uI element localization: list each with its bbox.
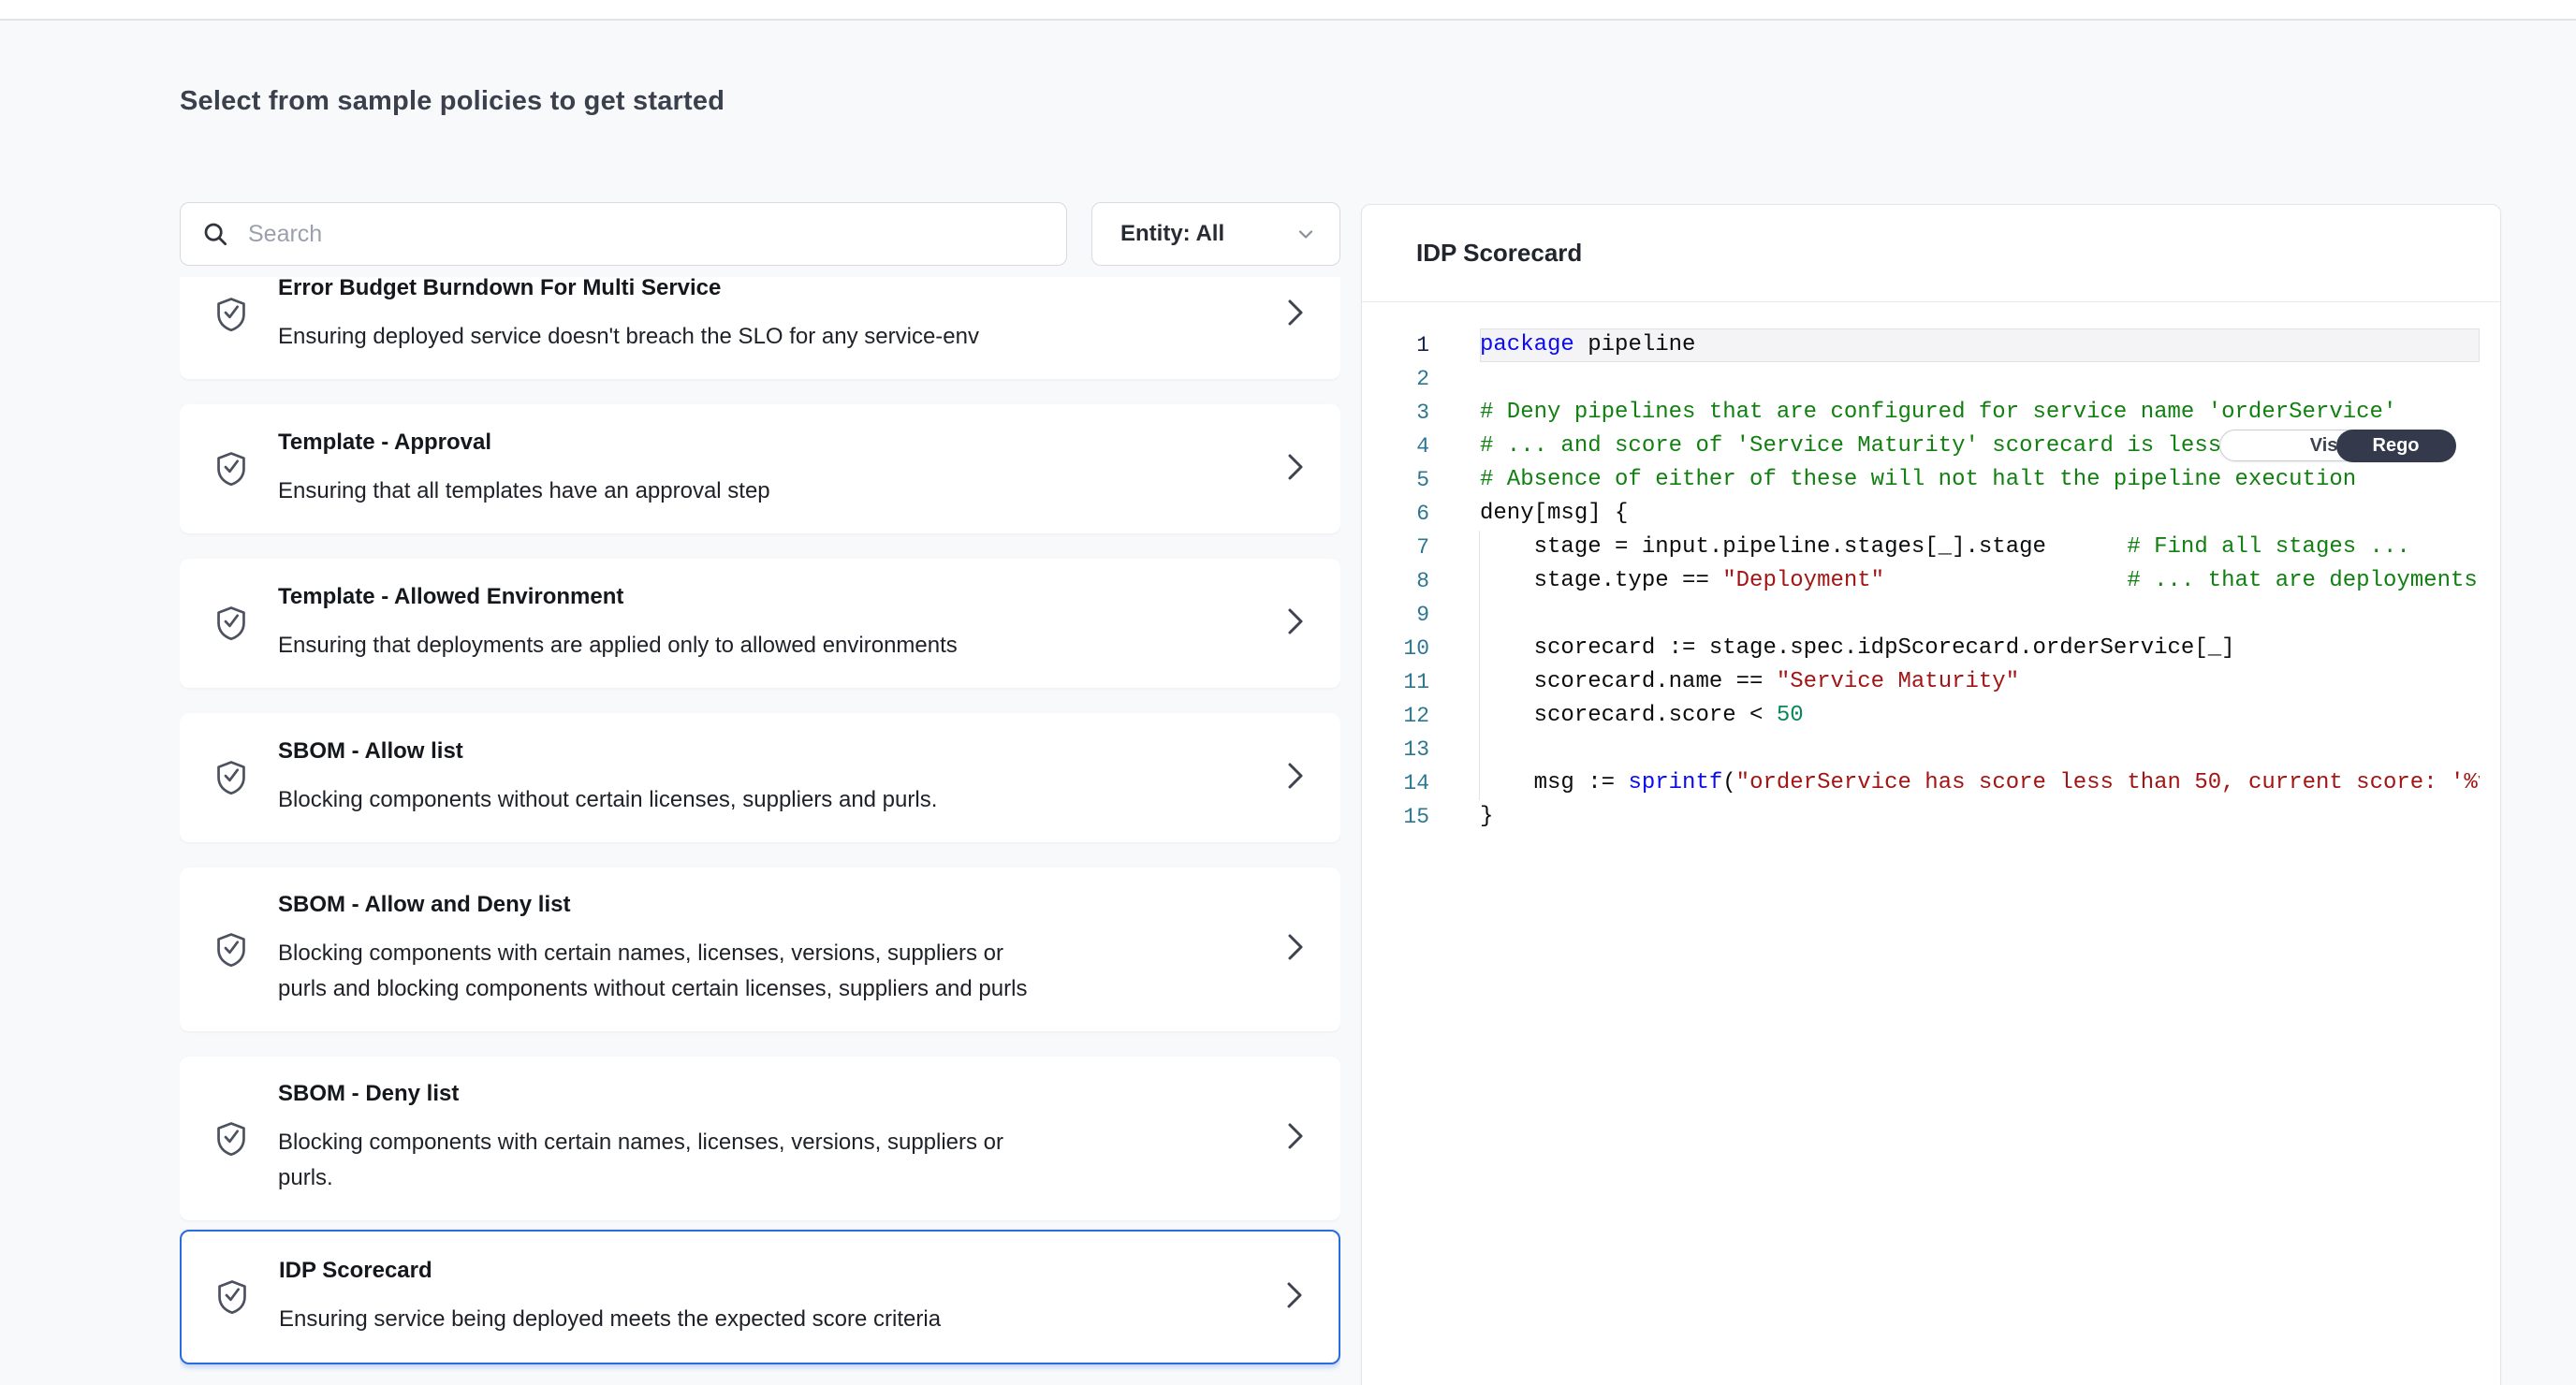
policy-description: Ensuring deployed service doesn't breach…: [278, 319, 1214, 355]
shield-check-icon: [213, 295, 249, 334]
shield-check-icon: [213, 1119, 249, 1159]
chevron-right-icon[interactable]: [1282, 1278, 1307, 1312]
policy-card-error-budget-burndown[interactable]: Error Budget Burndown For Multi Service …: [180, 277, 1340, 379]
policy-title: Error Budget Burndown For Multi Service: [278, 277, 1265, 301]
policy-card-template-approval[interactable]: Template - Approval Ensuring that all te…: [180, 404, 1340, 533]
line-number: 8: [1362, 564, 1429, 598]
shield-check-icon: [213, 449, 249, 488]
code-line-text: [1480, 598, 2480, 632]
line-number: 2: [1362, 362, 1429, 396]
code-line-text: stage.type == "Deployment" # ... that ar…: [1480, 564, 2480, 598]
policy-samples-page: Select from sample policies to get start…: [0, 0, 2576, 1385]
shield-check-icon: [213, 604, 249, 643]
code-line: 5 # Absence of either of these will not h…: [1362, 463, 2480, 497]
code-line-text: deny[msg] {: [1480, 497, 2480, 531]
policy-card-sbom-allow-list[interactable]: SBOM - Allow list Blocking components wi…: [180, 713, 1340, 842]
code-line: 13: [1362, 733, 2480, 766]
line-number: 13: [1362, 733, 1429, 766]
code-line: 14 msg := sprintf("orderService has scor…: [1362, 766, 2480, 800]
chevron-right-icon[interactable]: [1283, 930, 1308, 964]
policy-description: Ensuring service being deployed meets th…: [279, 1302, 1215, 1337]
chevron-right-icon[interactable]: [1283, 1119, 1308, 1153]
policy-description: Blocking components with certain names, …: [278, 1125, 1214, 1196]
code-line-text: # Absence of either of these will not ha…: [1480, 463, 2480, 497]
preview-header: IDP Scorecard: [1362, 205, 2500, 302]
code-line-text: msg := sprintf("orderService has score l…: [1480, 766, 2480, 800]
chevron-right-icon[interactable]: [1283, 759, 1308, 793]
code-line: 2: [1362, 362, 2480, 396]
chevron-down-icon: [1295, 223, 1317, 245]
code-lines: 1 package pipeline 23 # Deny pipelines that…: [1362, 328, 2480, 834]
policy-title: SBOM - Deny list: [278, 1081, 1265, 1107]
code-line: 3 # Deny pipelines that are configured fo…: [1362, 396, 2480, 430]
policy-card-template-allowed-environment[interactable]: Template - Allowed Environment Ensuring …: [180, 559, 1340, 688]
policy-description: Ensuring that deployments are applied on…: [278, 628, 1214, 663]
code-line: 15}: [1362, 800, 2480, 834]
chevron-right-icon[interactable]: [1283, 296, 1308, 329]
code-line-text: scorecard.score < 50: [1480, 699, 2480, 733]
policy-card-sbom-deny-list[interactable]: SBOM - Deny list Blocking components wit…: [180, 1057, 1340, 1220]
shield-check-icon: [214, 1277, 250, 1317]
editor-mode-toggle[interactable]: Visual Rego: [2219, 430, 2455, 461]
line-number: 1: [1362, 328, 1429, 362]
policy-description: Ensuring that all templates have an appr…: [278, 474, 1214, 509]
code-line: 12 scorecard.score < 50: [1362, 699, 2480, 733]
code-line-text: stage = input.pipeline.stages[_].stage #…: [1480, 531, 2480, 564]
line-number: 5: [1362, 463, 1429, 497]
code-editor: Visual Rego 1 package pipeline 23 # Deny pi…: [1362, 302, 2500, 834]
top-bar: [0, 0, 2576, 21]
entity-filter-dropdown[interactable]: Entity: All: [1091, 202, 1340, 266]
code-line: 10 scorecard := stage.spec.idpScorecard.…: [1362, 632, 2480, 665]
policy-title: Template - Approval: [278, 430, 1265, 456]
line-number: 4: [1362, 430, 1429, 463]
code-line-text: [1480, 362, 2480, 396]
search-box[interactable]: [180, 202, 1067, 266]
code-line: 9: [1362, 598, 2480, 632]
tab-rego[interactable]: Rego: [2336, 430, 2456, 462]
line-number: 7: [1362, 531, 1429, 564]
code-line-text: # Deny pipelines that are configured for…: [1480, 396, 2480, 430]
policy-description: Blocking components without certain lice…: [278, 782, 1214, 818]
code-line-text: }: [1480, 800, 2480, 834]
search-icon: [201, 220, 229, 248]
policy-title: SBOM - Allow list: [278, 738, 1265, 765]
line-number: 12: [1362, 699, 1429, 733]
line-number: 15: [1362, 800, 1429, 834]
code-line: 8 stage.type == "Deployment" # ... that …: [1362, 564, 2480, 598]
preview-title: IDP Scorecard: [1416, 239, 1582, 268]
code-line-text: package pipeline: [1480, 328, 2480, 362]
code-line-text: scorecard := stage.spec.idpScorecard.ord…: [1480, 632, 2480, 665]
line-number: 3: [1362, 396, 1429, 430]
line-number: 9: [1362, 598, 1429, 632]
policy-title: IDP Scorecard: [279, 1258, 1264, 1284]
policy-card-idp-scorecard[interactable]: IDP Scorecard Ensuring service being dep…: [180, 1230, 1340, 1364]
code-line: 11 scorecard.name == "Service Maturity": [1362, 665, 2480, 699]
policy-title: Template - Allowed Environment: [278, 584, 1265, 610]
page-title: Select from sample policies to get start…: [180, 86, 724, 117]
line-number: 10: [1362, 632, 1429, 665]
shield-check-icon: [213, 930, 249, 970]
policy-card-sbom-allow-and-deny-list[interactable]: SBOM - Allow and Deny list Blocking comp…: [180, 867, 1340, 1031]
code-line: 1 package pipeline: [1362, 328, 2480, 362]
entity-filter-label: Entity: All: [1120, 221, 1224, 247]
code-line-text: scorecard.name == "Service Maturity": [1480, 665, 2480, 699]
line-number: 11: [1362, 665, 1429, 699]
shield-check-icon: [213, 758, 249, 797]
line-number: 14: [1362, 766, 1429, 800]
policy-description: Blocking components with certain names, …: [278, 936, 1214, 1007]
search-input[interactable]: [248, 221, 1046, 248]
line-number: 6: [1362, 497, 1429, 531]
policy-title: SBOM - Allow and Deny list: [278, 892, 1265, 918]
code-line: 6 deny[msg] {: [1362, 497, 2480, 531]
policy-preview-panel: IDP Scorecard Visual Rego 1 package pipel…: [1361, 204, 2501, 1385]
chevron-right-icon[interactable]: [1283, 450, 1308, 484]
code-line: 7 stage = input.pipeline.stages[_].stage…: [1362, 531, 2480, 564]
policy-list[interactable]: Error Budget Burndown For Multi Service …: [180, 277, 1340, 1385]
chevron-right-icon[interactable]: [1283, 605, 1308, 638]
code-line-text: [1480, 733, 2480, 766]
